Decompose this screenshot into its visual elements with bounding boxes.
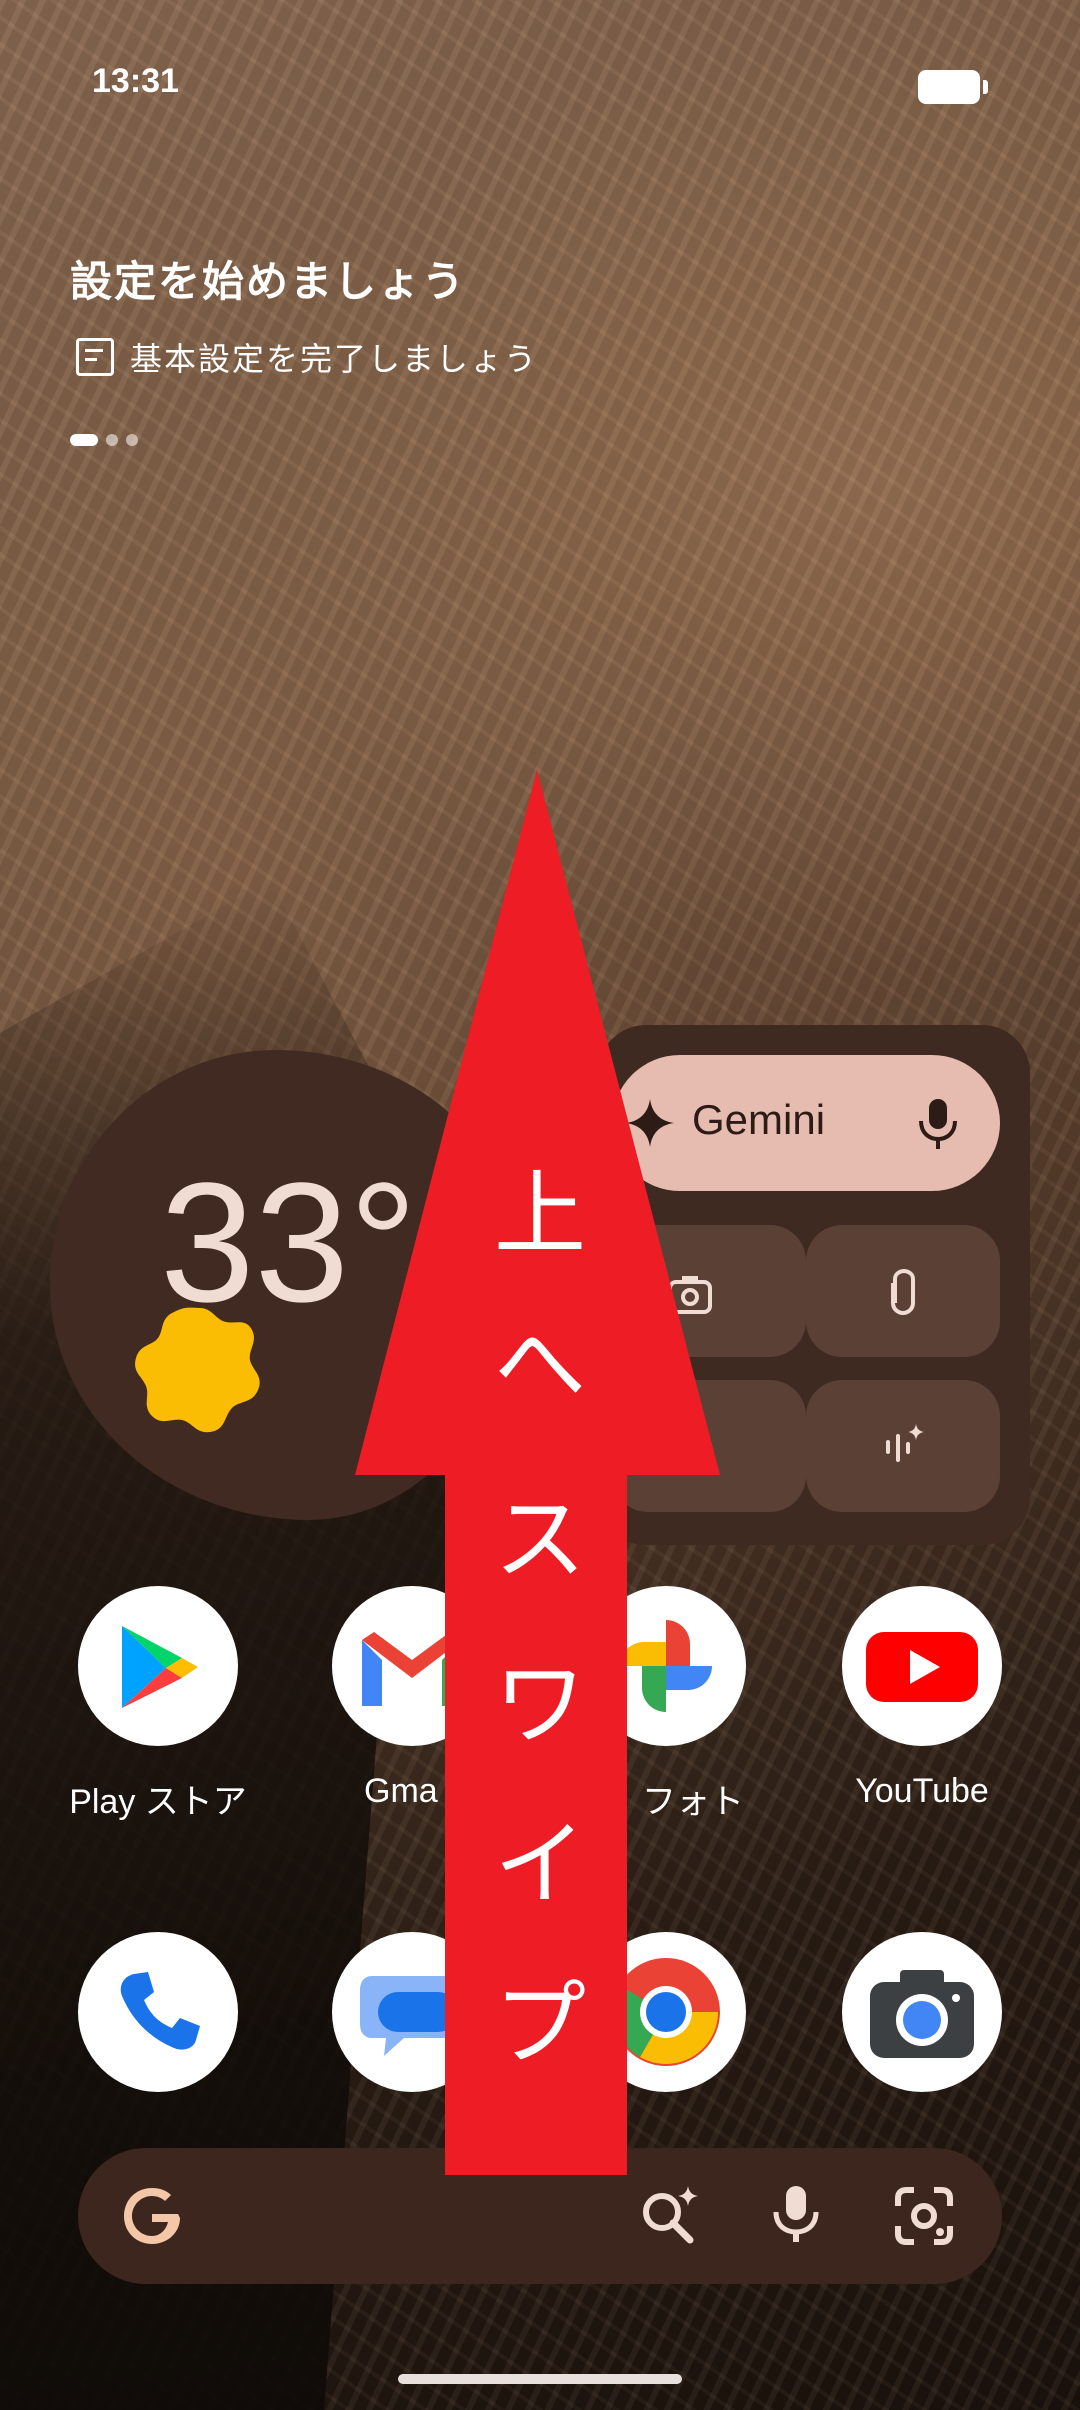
setup-widget-row[interactable]: 基本設定を完了しましょう bbox=[76, 334, 538, 380]
microphone-icon[interactable] bbox=[912, 1095, 964, 1151]
gesture-nav-handle[interactable] bbox=[398, 2374, 682, 2384]
sun-icon bbox=[135, 1307, 260, 1433]
app-play-store[interactable] bbox=[78, 1586, 238, 1746]
pager-dot bbox=[126, 434, 138, 446]
pager-dot bbox=[106, 434, 118, 446]
app-label-play-store: Play ストア bbox=[69, 1783, 247, 1821]
swipe-instruction-char: 上 bbox=[493, 1161, 586, 1268]
setup-widget-subtitle: 基本設定を完了しましょう bbox=[130, 340, 539, 378]
lens-icon[interactable] bbox=[892, 2184, 956, 2248]
swipe-instruction-char: へ bbox=[493, 1311, 586, 1418]
swipe-instruction-char: ス bbox=[493, 1486, 586, 1593]
setup-widget-pager bbox=[70, 434, 138, 446]
swipe-instruction-char: プ bbox=[493, 1971, 586, 2078]
ai-search-icon[interactable] bbox=[638, 2182, 702, 2246]
app-youtube[interactable] bbox=[842, 1586, 1002, 1746]
swipe-instruction-char: ワ bbox=[493, 1651, 586, 1758]
youtube-icon bbox=[866, 1632, 978, 1702]
swipe-instruction-char: イ bbox=[493, 1811, 586, 1918]
status-time: 13:31 bbox=[92, 62, 179, 100]
play-store-icon bbox=[122, 1626, 198, 1708]
pager-dot-active bbox=[70, 434, 98, 446]
camera-app-icon bbox=[870, 1970, 974, 2058]
app-phone[interactable] bbox=[78, 1932, 238, 2092]
gemini-live-icon bbox=[886, 1424, 924, 1462]
google-logo-icon[interactable] bbox=[120, 2184, 184, 2248]
app-camera[interactable] bbox=[842, 1932, 1002, 2092]
checklist-icon bbox=[76, 338, 114, 376]
paperclip-icon bbox=[891, 1268, 915, 1316]
battery-icon bbox=[918, 70, 988, 104]
app-label-youtube: YouTube bbox=[855, 1772, 989, 1810]
voice-search-icon[interactable] bbox=[764, 2182, 828, 2246]
setup-widget-title[interactable]: 設定を始めましょう bbox=[70, 248, 466, 309]
phone-icon bbox=[120, 1972, 200, 2050]
